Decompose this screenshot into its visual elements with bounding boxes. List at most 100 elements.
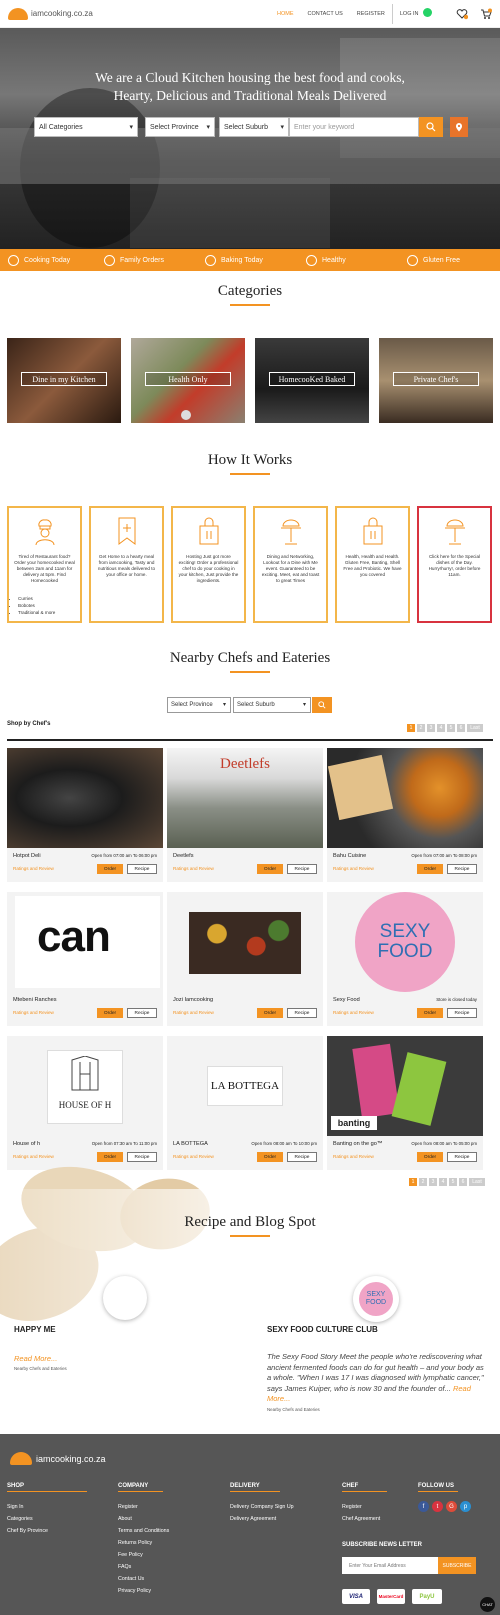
chef-card-image[interactable] <box>167 892 323 992</box>
filter-gluten-free[interactable]: Gluten Free <box>407 254 500 266</box>
nav-login[interactable]: LOG IN <box>393 11 426 17</box>
order-button[interactable]: Order <box>97 1152 123 1162</box>
how-step-5[interactable]: Health, Health and Health. Gluten Free, … <box>335 506 410 623</box>
ratings-link[interactable]: Ratings and Review <box>173 1010 214 1015</box>
google-plus-icon[interactable]: G <box>446 1501 457 1512</box>
nearby-search-button[interactable] <box>312 697 332 713</box>
chef-name[interactable]: Deetlefs <box>173 853 194 859</box>
footer-link[interactable]: About <box>118 1516 132 1522</box>
category-card-private-chef[interactable]: Private Chef's <box>379 338 493 423</box>
blog-post-title[interactable]: HAPPY ME <box>14 1325 56 1334</box>
footer-link[interactable]: Chef By Province <box>7 1528 48 1534</box>
suburb-select[interactable]: Select Suburb ▾ <box>219 117 289 137</box>
chef-card[interactable]: LA BOTTEGA LA BOTTEGA Open from 08:00 am… <box>167 1036 323 1170</box>
page-6[interactable]: 6 <box>457 724 465 732</box>
chef-card-image[interactable] <box>327 748 483 848</box>
subscribe-button[interactable]: SUBSCRIBE <box>438 1557 476 1574</box>
page-4[interactable]: 4 <box>439 1178 447 1186</box>
ratings-link[interactable]: Ratings and Review <box>333 1010 374 1015</box>
chef-name[interactable]: Mtebeni Ranches <box>13 997 57 1003</box>
page-1[interactable]: 1 <box>409 1178 417 1186</box>
footer-link[interactable]: Delivery Agreement <box>230 1516 276 1522</box>
blog-avatar[interactable]: SEXY FOOD <box>353 1276 399 1322</box>
footer-link[interactable]: Returns Policy <box>118 1540 152 1546</box>
order-button[interactable]: Order <box>257 1152 283 1162</box>
footer-logo[interactable]: iamcooking.co.za <box>10 1452 106 1465</box>
chef-card[interactable]: Hotpot Deli Open from 07:00 am To 06:00 … <box>7 748 163 882</box>
recipe-button[interactable]: Recipe <box>127 864 157 874</box>
filter-cooking-today[interactable]: Cooking Today <box>8 254 101 266</box>
recipe-button[interactable]: Recipe <box>127 1152 157 1162</box>
province-select[interactable]: Select Province ▾ <box>145 117 215 137</box>
how-step-2[interactable]: Get Home to a hearty meal from iamcookin… <box>89 506 164 623</box>
filter-healthy[interactable]: Healthy <box>306 254 399 266</box>
footer-link[interactable]: Terms and Conditions <box>118 1528 169 1534</box>
chef-name[interactable]: Banting on the go™ <box>333 1141 382 1147</box>
ratings-link[interactable]: Ratings and Review <box>13 866 54 871</box>
nav-contact[interactable]: CONTACT US <box>301 11 350 17</box>
footer-link[interactable]: Categories <box>7 1516 33 1522</box>
chat-button[interactable]: CHAT <box>480 1597 495 1612</box>
order-button[interactable]: Order <box>97 864 123 874</box>
nearby-province-select[interactable]: Select Province ▾ <box>167 697 231 713</box>
chef-card[interactable]: Deetlefs Deetlefs Ratings and Review Ord… <box>167 748 323 882</box>
recipe-button[interactable]: Recipe <box>447 864 477 874</box>
footer-link[interactable]: Delivery Company Sign Up <box>230 1504 294 1510</box>
page-3[interactable]: 3 <box>427 724 435 732</box>
chef-card-image[interactable]: HOUSE OF H <box>7 1036 163 1136</box>
category-card-homecooked[interactable]: HomecooKed Baked <box>255 338 369 423</box>
order-button[interactable]: Order <box>97 1008 123 1018</box>
newsletter-email-input[interactable]: Enter Your Email Address <box>342 1557 438 1574</box>
recipe-button[interactable]: Recipe <box>287 1008 317 1018</box>
pinterest-icon[interactable]: p <box>460 1501 471 1512</box>
twitter-icon[interactable]: t <box>432 1501 443 1512</box>
chef-card[interactable]: Bahu Cuisine Open from 07:00 am To 08:00… <box>327 748 483 882</box>
chef-name[interactable]: Hotpot Deli <box>13 853 41 859</box>
chef-card-image[interactable]: Deetlefs <box>167 748 323 848</box>
site-logo[interactable]: iamcooking.co.za <box>8 7 93 20</box>
search-button[interactable] <box>419 117 443 137</box>
chef-name[interactable]: Jozi Iamcooking <box>173 997 213 1003</box>
footer-link[interactable]: Contact Us <box>118 1576 144 1582</box>
facebook-icon[interactable]: f <box>418 1501 429 1512</box>
chef-card[interactable]: HOUSE OF H House of h Open from 07:30 am… <box>7 1036 163 1170</box>
chef-name[interactable]: House of h <box>13 1141 40 1147</box>
ratings-link[interactable]: Ratings and Review <box>13 1010 54 1015</box>
order-button[interactable]: Order <box>257 864 283 874</box>
footer-link[interactable]: Register <box>342 1504 362 1510</box>
heart-icon[interactable] <box>456 7 469 20</box>
how-step-1[interactable]: Tired of Restaurant food? Order your hom… <box>7 506 82 623</box>
footer-link[interactable]: Chef Agreement <box>342 1516 380 1522</box>
order-button[interactable]: Order <box>257 1008 283 1018</box>
filter-baking-today[interactable]: Baking Today <box>205 254 298 266</box>
chef-name[interactable]: Bahu Cuisine <box>333 853 366 859</box>
chef-card-image[interactable]: SEXY FOOD <box>327 892 483 992</box>
chef-card-image[interactable] <box>7 748 163 848</box>
how-step-4[interactable]: Dining and Networking, Lookout for a Din… <box>253 506 328 623</box>
order-button[interactable]: Order <box>417 1152 443 1162</box>
blog-read-more[interactable]: Read More... <box>14 1354 57 1365</box>
ratings-link[interactable]: Ratings and Review <box>13 1154 54 1159</box>
nav-register[interactable]: REGISTER <box>350 11 392 17</box>
page-2[interactable]: 2 <box>417 724 425 732</box>
chef-card[interactable]: banting Banting on the go™ Open from 08:… <box>327 1036 483 1170</box>
location-button[interactable] <box>450 117 468 137</box>
ratings-link[interactable]: Ratings and Review <box>173 1154 214 1159</box>
cart-icon[interactable] <box>480 7 492 19</box>
chef-card[interactable]: Jozi Iamcooking Ratings and Review Order… <box>167 892 323 1026</box>
page-last[interactable]: Last <box>467 724 483 732</box>
page-4[interactable]: 4 <box>437 724 445 732</box>
order-button[interactable]: Order <box>417 1008 443 1018</box>
keyword-input[interactable]: Enter your keyword <box>289 117 419 137</box>
chef-card-image[interactable]: can <box>7 892 163 992</box>
ratings-link[interactable]: Ratings and Review <box>173 866 214 871</box>
page-5[interactable]: 5 <box>449 1178 457 1186</box>
footer-link[interactable]: Fee Policy <box>118 1552 143 1558</box>
category-card-health[interactable]: Health Only <box>131 338 245 423</box>
ratings-link[interactable]: Ratings and Review <box>333 866 374 871</box>
chef-card-image[interactable]: banting <box>327 1036 483 1136</box>
filter-family-orders[interactable]: Family Orders <box>104 254 197 266</box>
ratings-link[interactable]: Ratings and Review <box>333 1154 374 1159</box>
page-3[interactable]: 3 <box>429 1178 437 1186</box>
page-1[interactable]: 1 <box>407 724 415 732</box>
